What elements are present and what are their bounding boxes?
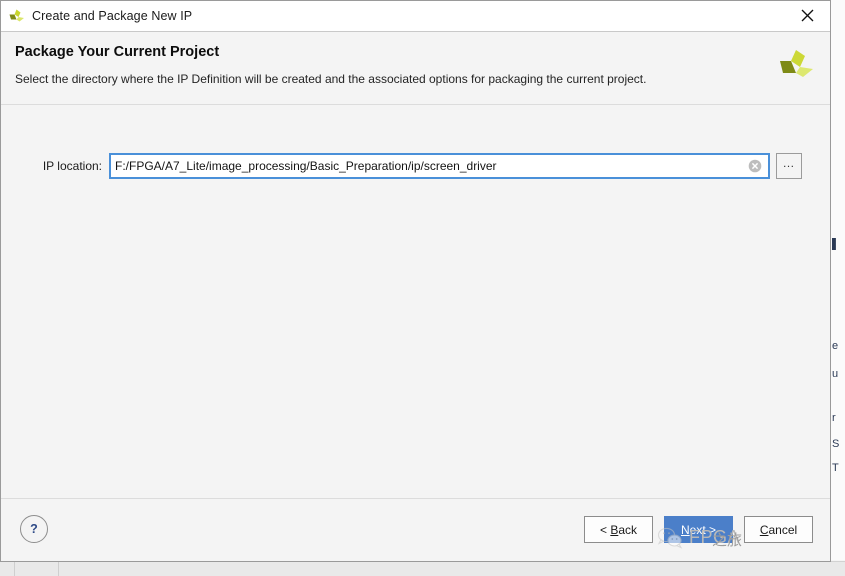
create-and-package-new-ip-dialog: Create and Package New IP Package Your C… (0, 0, 831, 562)
ip-location-input-wrapper[interactable] (109, 153, 770, 179)
dialog-title: Create and Package New IP (32, 9, 193, 23)
dialog-header: Package Your Current Project Select the … (1, 32, 830, 105)
browse-button[interactable]: … (776, 153, 802, 179)
desktop-background: ▌ e u r S T Create and Package New IP Pa… (0, 0, 845, 576)
back-button-label: < Back (599, 522, 638, 537)
background-text-fragment: T (832, 462, 839, 474)
dialog-button-group: < Back Next > Cancel (584, 516, 813, 543)
background-text-fragment: ▌ (832, 238, 840, 250)
clear-circle-icon[interactable] (748, 159, 762, 173)
close-icon[interactable] (784, 1, 830, 30)
background-text-fragment: e (832, 340, 839, 352)
ip-location-label: IP location: (42, 159, 102, 173)
background-text-fragment: S (832, 438, 840, 450)
help-button[interactable]: ? (20, 515, 48, 543)
cancel-button[interactable]: Cancel (744, 516, 813, 543)
statusbar-cell (0, 562, 15, 576)
background-text-fragment: u (832, 368, 839, 380)
vivado-logo-icon (8, 8, 25, 25)
ip-location-input[interactable] (115, 159, 735, 173)
cancel-button-label: Cancel (759, 522, 798, 537)
page-title: Package Your Current Project (15, 44, 220, 60)
background-text-fragment: r (832, 412, 836, 424)
background-window-statusbar (0, 561, 845, 576)
statusbar-cell (14, 562, 59, 576)
next-button-label: Next > (680, 522, 717, 537)
back-button[interactable]: < Back (584, 516, 653, 543)
dialog-content: IP location: … (1, 105, 830, 498)
background-window-strip: ▌ e u r S T (830, 0, 845, 560)
xilinx-vivado-logo-icon (776, 46, 816, 86)
ip-location-row: IP location: … (1, 153, 830, 179)
page-subtitle: Select the directory where the IP Defini… (15, 72, 647, 86)
dialog-titlebar: Create and Package New IP (1, 1, 830, 32)
dialog-footer: ? < Back Next > Cancel (1, 498, 830, 561)
next-button[interactable]: Next > (664, 516, 733, 543)
